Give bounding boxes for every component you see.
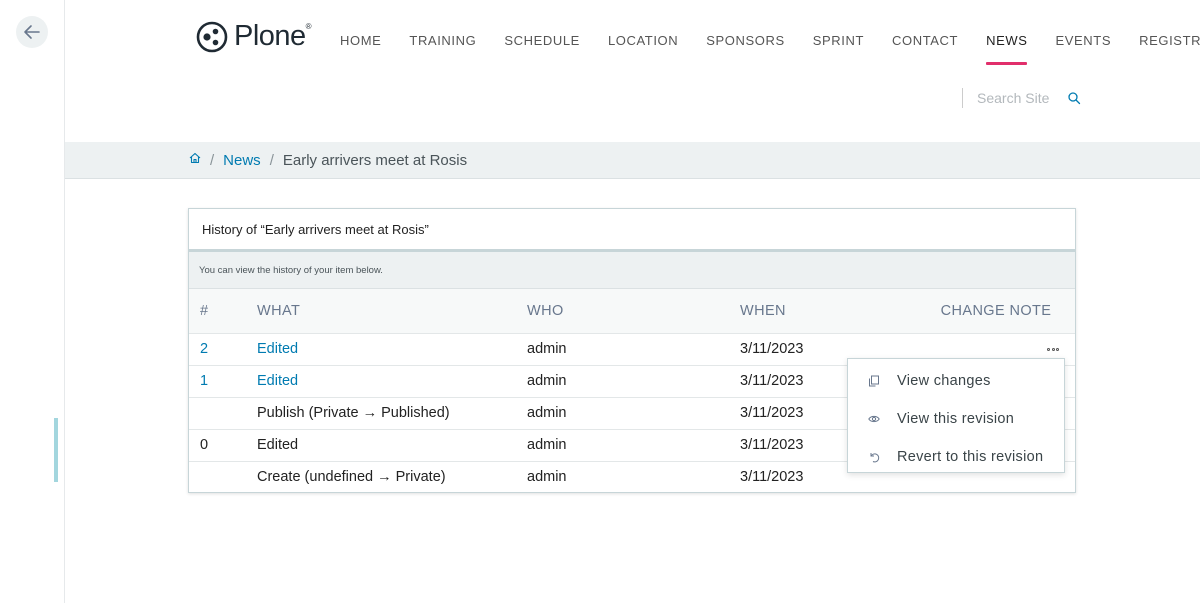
nav-item-news[interactable]: NEWS — [986, 33, 1028, 65]
toolbar — [0, 0, 65, 603]
eye-icon — [868, 415, 880, 423]
nav-item-registration[interactable]: REGISTRATION — [1139, 33, 1200, 48]
nav-item-sponsors[interactable]: SPONSORS — [706, 33, 784, 48]
column-header-change-note: CHANGE NOTE — [917, 289, 1075, 334]
menu-item-revert-revision[interactable]: Revert to this revision — [848, 438, 1064, 476]
menu-item-view-revision[interactable]: View this revision — [848, 400, 1064, 438]
more-options-button[interactable] — [1047, 344, 1059, 354]
breadcrumb: / News / Early arrivers meet at Rosis — [65, 142, 1200, 179]
breadcrumb-separator: / — [210, 151, 215, 169]
site-logo[interactable]: Plone® — [196, 20, 312, 53]
dot-icon — [1051, 347, 1055, 351]
table-header-row: # WHAT WHO WHEN CHANGE NOTE — [189, 289, 1075, 334]
back-button[interactable] — [16, 16, 48, 48]
nav-item-contact[interactable]: CONTACT — [892, 33, 958, 48]
column-header-who: WHO — [527, 289, 740, 334]
logo-text: Plone® — [234, 20, 312, 52]
main-navigation: HOME TRAINING SCHEDULE LOCATION SPONSORS… — [340, 33, 1200, 65]
revision-number — [189, 397, 257, 430]
revision-who: admin — [527, 397, 740, 430]
nav-item-sprint[interactable]: SPRINT — [813, 33, 864, 48]
revision-what-link[interactable]: Edited — [257, 373, 298, 389]
revision-number: 0 — [189, 429, 257, 462]
column-header-number: # — [189, 289, 257, 334]
history-description: You can view the history of your item be… — [189, 252, 1075, 289]
column-header-what: WHAT — [257, 289, 527, 334]
revision-who: admin — [527, 469, 567, 486]
search-icon[interactable] — [1067, 91, 1081, 105]
revision-what: Create (undefined → Private) — [257, 469, 446, 486]
revision-number-link[interactable]: 2 — [200, 341, 208, 357]
revision-options-menu: View changes View this revision Revert t… — [847, 358, 1065, 473]
breadcrumb-current: Early arrivers meet at Rosis — [282, 151, 468, 169]
dot-icon — [1056, 347, 1059, 351]
revision-what: Edited — [257, 429, 527, 462]
revision-number — [189, 461, 257, 493]
menu-item-view-changes[interactable]: View changes — [848, 362, 1064, 400]
toolbar-scroll-indicator — [54, 418, 58, 482]
history-title: History of “Early arrivers meet at Rosis… — [189, 209, 1075, 252]
revision-number-link[interactable]: 1 — [200, 373, 208, 389]
menu-item-label: View this revision — [897, 411, 1015, 427]
nav-item-training[interactable]: TRAINING — [409, 33, 476, 48]
revision-who: admin — [527, 365, 740, 398]
breadcrumb-separator: / — [269, 151, 274, 169]
column-header-when: WHEN — [740, 289, 917, 334]
menu-item-label: View changes — [897, 373, 991, 389]
dot-icon — [1047, 347, 1050, 351]
revision-what: Publish (Private → Published) — [257, 397, 527, 430]
undo-icon — [870, 453, 880, 463]
menu-item-label: Revert to this revision — [897, 449, 1044, 465]
arrow-left-icon — [24, 25, 40, 39]
nav-item-home[interactable]: HOME — [340, 33, 381, 48]
nav-item-location[interactable]: LOCATION — [608, 33, 678, 48]
plone-logo-icon — [196, 21, 228, 52]
revision-who: admin — [527, 429, 740, 462]
copy-icon — [869, 375, 879, 387]
breadcrumb-news[interactable]: News — [223, 152, 261, 169]
nav-item-schedule[interactable]: SCHEDULE — [504, 33, 580, 48]
revision-what-link[interactable]: Edited — [257, 341, 298, 357]
search-box — [962, 88, 1081, 108]
search-input[interactable] — [977, 90, 1057, 106]
nav-item-events[interactable]: EVENTS — [1055, 33, 1111, 48]
revision-who: admin — [527, 333, 740, 366]
home-icon[interactable] — [189, 152, 201, 164]
